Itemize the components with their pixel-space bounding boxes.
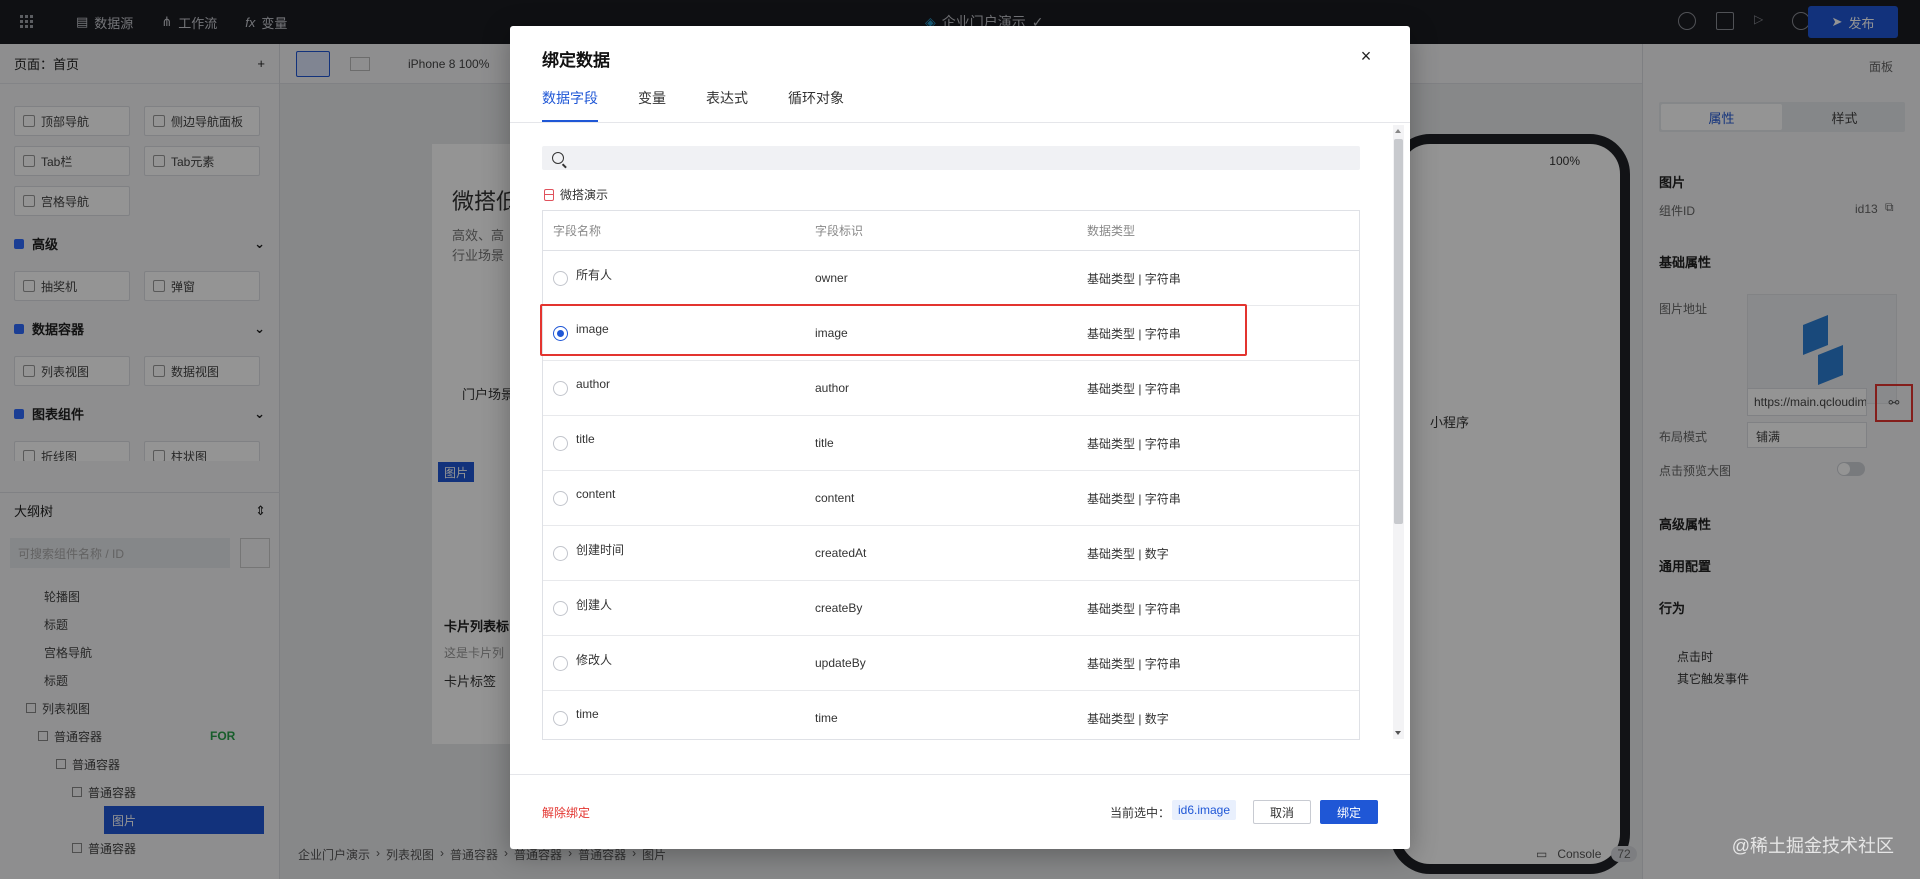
field-name-cell: time xyxy=(543,707,815,726)
bind-data-dialog: 绑定数据 × 数据字段 变量 表达式 循环对象 微搭演示 字段名称 字段标识 数… xyxy=(510,26,1410,849)
cancel-button[interactable]: 取消 xyxy=(1253,800,1311,824)
field-id: owner xyxy=(815,271,848,285)
field-type: 基础类型 | 字符串 xyxy=(1087,656,1181,671)
table-row[interactable]: title title 基础类型 | 字符串 xyxy=(543,416,1359,471)
field-id: createBy xyxy=(815,601,863,615)
field-id: createdAt xyxy=(815,546,867,560)
field-type: 基础类型 | 数字 xyxy=(1087,711,1169,726)
field-name: 创建人 xyxy=(576,597,613,612)
datasource-name-text: 微搭演示 xyxy=(560,188,609,202)
dialog-title: 绑定数据 xyxy=(542,51,610,70)
field-name-cell: 修改人 xyxy=(543,653,815,672)
field-name-cell: title xyxy=(543,432,815,451)
datasource-name: 微搭演示 xyxy=(544,186,608,203)
column-header: 数据类型 xyxy=(1087,224,1136,238)
field-id: time xyxy=(815,711,838,725)
field-name-cell: image xyxy=(543,322,815,341)
field-id: title xyxy=(815,436,834,450)
field-name-cell: 创建时间 xyxy=(543,543,815,562)
table-row[interactable]: 修改人 updateBy 基础类型 | 字符串 xyxy=(543,636,1359,691)
field-id: image xyxy=(815,326,848,340)
unbind-link[interactable]: 解除绑定 xyxy=(542,804,590,821)
field-search-input[interactable] xyxy=(572,151,1352,165)
table-row[interactable]: image image 基础类型 | 字符串 xyxy=(543,306,1359,361)
watermark: @稀土掘金技术社区 xyxy=(1731,836,1894,856)
field-id: content xyxy=(815,491,855,505)
radio-button[interactable] xyxy=(553,655,568,671)
radio-button[interactable] xyxy=(553,435,568,451)
dialog-tabs: 数据字段 变量 表达式 循环对象 xyxy=(542,88,844,122)
radio-button[interactable] xyxy=(553,600,568,616)
radio-button[interactable] xyxy=(553,490,568,506)
close-icon[interactable]: × xyxy=(1356,46,1376,66)
field-type: 基础类型 | 字符串 xyxy=(1087,271,1181,286)
column-header: 字段名称 xyxy=(553,224,602,238)
field-name-cell: 创建人 xyxy=(543,598,815,617)
field-name-cell: 所有人 xyxy=(543,268,815,287)
fields-table: 字段名称 字段标识 数据类型 所有人 owner 基础类型 | 字符串 image im… xyxy=(542,210,1360,740)
search-icon xyxy=(552,152,564,164)
column-header: 字段标识 xyxy=(815,224,864,238)
table-row[interactable]: 所有人 owner 基础类型 | 字符串 xyxy=(543,251,1359,306)
field-name: title xyxy=(576,432,595,446)
tab-variables[interactable]: 变量 xyxy=(638,88,666,122)
tab-data-fields[interactable]: 数据字段 xyxy=(542,88,598,122)
field-name: 修改人 xyxy=(576,652,613,667)
radio-button[interactable] xyxy=(553,380,568,396)
field-id: author xyxy=(815,381,850,395)
field-type: 基础类型 | 数字 xyxy=(1087,546,1169,561)
datasource-icon xyxy=(544,188,554,201)
field-type: 基础类型 | 字符串 xyxy=(1087,491,1181,506)
radio-button[interactable] xyxy=(553,325,568,341)
field-type: 基础类型 | 字符串 xyxy=(1087,601,1181,616)
radio-button[interactable] xyxy=(553,710,568,726)
table-row[interactable]: 创建时间 createdAt 基础类型 | 数字 xyxy=(543,526,1359,581)
field-type: 基础类型 | 字符串 xyxy=(1087,326,1181,341)
field-type: 基础类型 | 字符串 xyxy=(1087,381,1181,396)
scroll-up-icon[interactable] xyxy=(1395,129,1401,133)
table-scrollbar[interactable] xyxy=(1393,125,1404,739)
tab-expression[interactable]: 表达式 xyxy=(706,88,748,122)
table-row[interactable]: author author 基础类型 | 字符串 xyxy=(543,361,1359,416)
table-header: 字段名称 字段标识 数据类型 xyxy=(543,211,1359,251)
field-id: updateBy xyxy=(815,656,866,670)
field-name: image xyxy=(576,322,609,336)
field-name: 创建时间 xyxy=(576,542,625,557)
field-name-cell: author xyxy=(543,377,815,396)
radio-button[interactable] xyxy=(553,270,568,286)
field-name-cell: content xyxy=(543,487,815,506)
table-row[interactable]: content content 基础类型 | 字符串 xyxy=(543,471,1359,526)
field-search[interactable] xyxy=(542,146,1360,170)
tab-loop-object[interactable]: 循环对象 xyxy=(788,88,844,122)
scroll-down-icon[interactable] xyxy=(1395,731,1401,735)
scrollbar-thumb[interactable] xyxy=(1394,139,1403,524)
table-row[interactable]: 创建人 createBy 基础类型 | 字符串 xyxy=(543,581,1359,636)
field-name: content xyxy=(576,487,616,501)
divider xyxy=(510,122,1410,123)
table-row[interactable]: time time 基础类型 | 数字 xyxy=(543,691,1359,739)
bind-button[interactable]: 绑定 xyxy=(1320,800,1378,824)
field-name: time xyxy=(576,707,599,721)
field-name: author xyxy=(576,377,611,391)
table-body: 所有人 owner 基础类型 | 字符串 image image 基础类型 | 字符串 au… xyxy=(543,251,1359,739)
radio-button[interactable] xyxy=(553,545,568,561)
field-type: 基础类型 | 字符串 xyxy=(1087,436,1181,451)
field-name: 所有人 xyxy=(576,267,613,282)
